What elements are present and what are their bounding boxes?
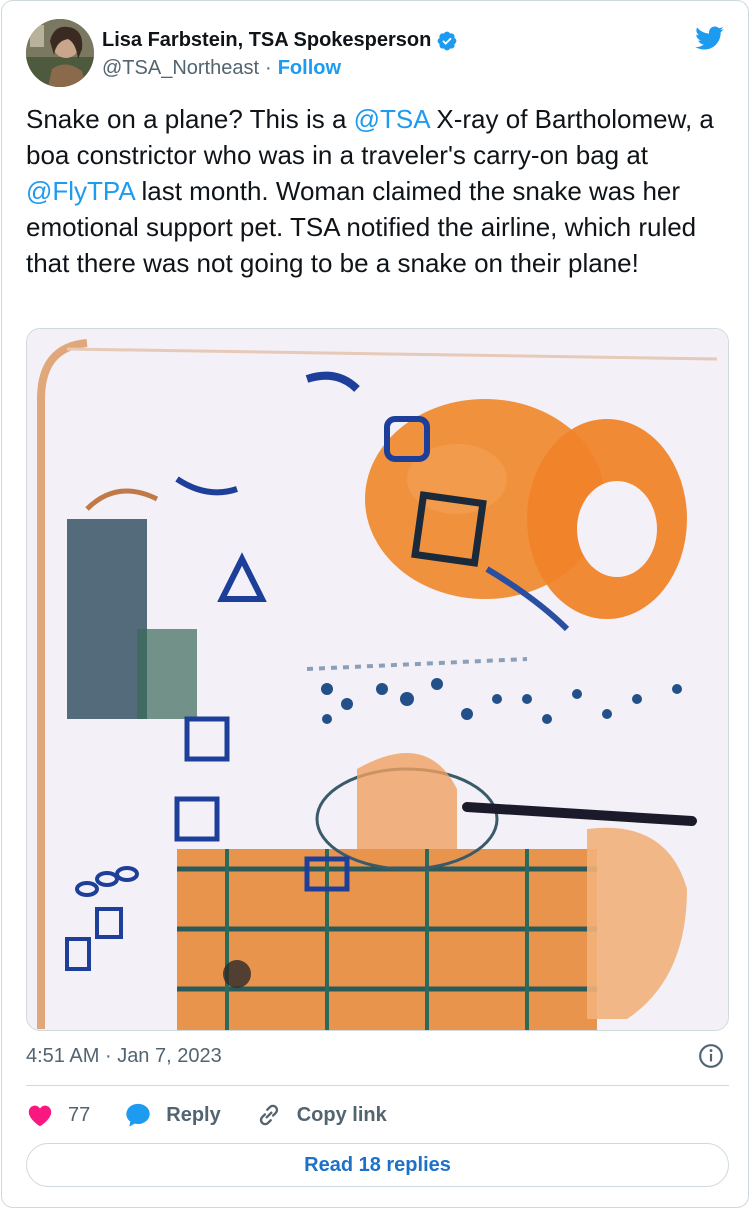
tweet-timestamp[interactable]: 4:51 AM · Jan 7, 2023 <box>26 1045 222 1068</box>
link-icon <box>259 1104 278 1126</box>
twitter-bird-icon[interactable] <box>692 23 726 53</box>
avatar[interactable] <box>26 19 94 87</box>
timestamp-separator: · <box>104 1045 112 1067</box>
tweet-header: Lisa Farbstein, TSA Spokesperson @TSA_No… <box>26 19 726 89</box>
tweet-actions: 77 Reply Copy link <box>26 1095 421 1135</box>
follow-button[interactable]: Follow <box>278 57 341 80</box>
divider <box>26 1085 729 1086</box>
like-button[interactable]: 77 <box>26 1101 90 1129</box>
tweet-card: Lisa Farbstein, TSA Spokesperson @TSA_No… <box>1 0 749 1208</box>
mention-link[interactable]: @FlyTPA <box>26 176 134 206</box>
reply-button[interactable]: Reply <box>124 1101 221 1129</box>
like-count: 77 <box>68 1103 91 1126</box>
reply-label: Reply <box>166 1103 221 1126</box>
verified-badge-icon <box>437 31 457 50</box>
copy-link-button[interactable]: Copy link <box>255 1101 387 1129</box>
info-icon[interactable] <box>698 1043 724 1069</box>
handle-separator: · <box>265 57 272 79</box>
heart-icon <box>28 1105 52 1127</box>
tweet-text: Snake on a plane? This is a @TSA X-ray o… <box>26 101 730 281</box>
tweet-date: Jan 7, 2023 <box>117 1045 222 1067</box>
read-replies-button[interactable]: Read 18 replies <box>26 1143 729 1187</box>
author-name-row: Lisa Farbstein, TSA Spokesperson <box>102 29 458 52</box>
mention-link[interactable]: @TSA <box>354 104 430 134</box>
author-handle-row: @TSA_Northeast · Follow <box>102 57 341 80</box>
tweet-time: 4:51 AM <box>26 1045 100 1067</box>
copy-link-label: Copy link <box>296 1103 387 1126</box>
tweet-media-image[interactable] <box>26 328 729 1031</box>
author-handle[interactable]: @TSA_Northeast <box>102 57 259 80</box>
xray-image <box>27 329 728 1030</box>
reply-bubble-icon <box>126 1103 150 1127</box>
tweet-text-segment: Snake on a plane? This is a <box>26 104 354 134</box>
author-name[interactable]: Lisa Farbstein, TSA Spokesperson <box>102 29 431 52</box>
